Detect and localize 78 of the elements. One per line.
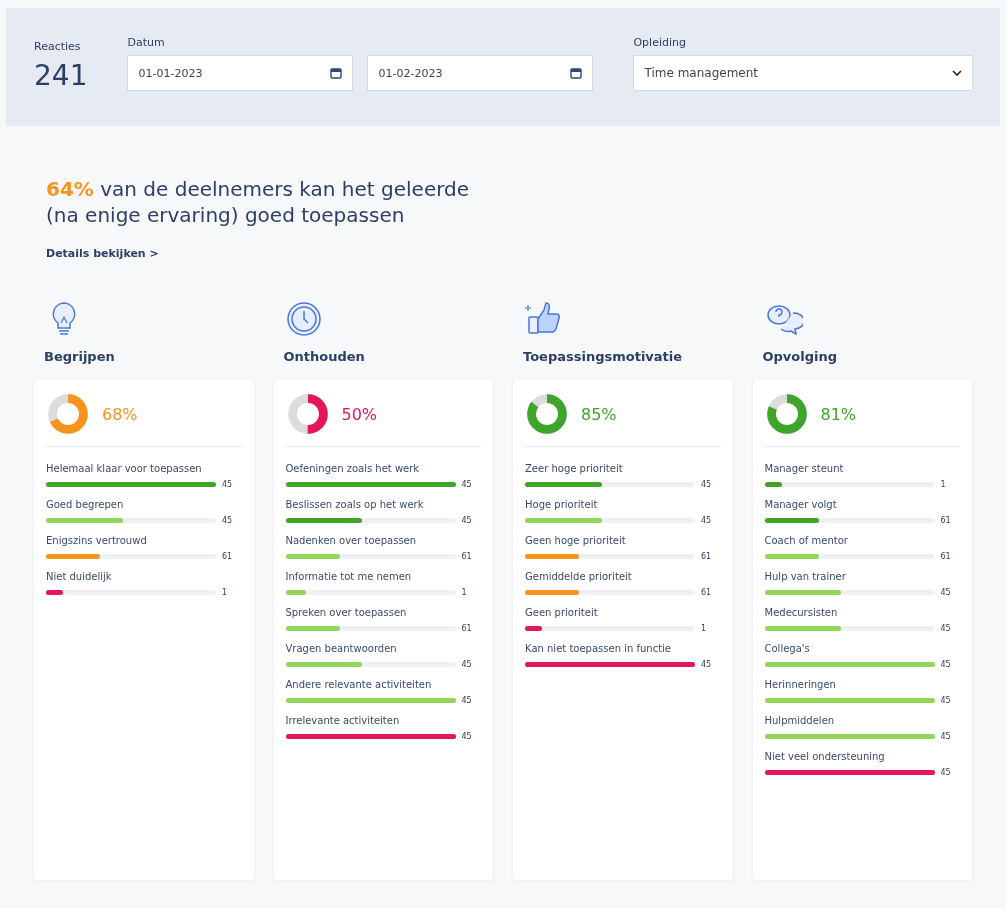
count-value: 45 [701,480,712,489]
course-label: Opleiding [633,36,687,49]
donut-chart [764,392,809,436]
count-value: 45 [222,516,233,525]
answer-label: Zeer hoge prioriteit [525,463,624,474]
count-value: 45 [461,660,472,669]
answer-label: Manager steunt [764,463,845,474]
answer-label: Hulpmiddelen [764,715,836,726]
percentage-value: 85% [581,404,617,424]
end-date-field[interactable]: 01-02-2023 [367,55,594,91]
chevron-down-icon [952,70,963,76]
answer-label: Spreken over toepassen [285,607,408,618]
category-title: Begrijpen [44,349,115,364]
answer-label: Oefeningen zoals het werk [285,463,421,474]
donut-chart [285,392,330,436]
count-value: 1 [701,624,707,633]
count-value: 45 [940,588,951,597]
count-value: 61 [940,552,951,561]
count-value: 45 [701,516,712,525]
count-value: 45 [940,624,951,633]
answer-label: Beslissen zoals op het werk [285,499,425,510]
responses-label: Reacties [34,40,82,53]
headline: 64% van de deelnemers kan het geleerde (na enige ervaring) goed toepassen [46,176,471,228]
category-title: Toepassingsmotivatie [523,349,683,364]
count-value: 45 [222,480,233,489]
answer-label: Goed begrepen [46,499,125,510]
answer-label: Collega's [764,643,811,654]
count-value: 45 [701,660,712,669]
donut-chart [525,392,569,436]
details-link[interactable]: Details bekijken > [46,247,159,260]
donut-chart [46,392,90,436]
answer-label: Hulp van trainer [764,571,847,582]
answer-label: Irrelevante activiteiten [285,715,401,726]
answer-label: Geen hoge prioriteit [525,535,627,546]
answer-label: Manager volgt [764,499,838,510]
answer-label: Medecursisten [764,607,839,618]
answer-label: Niet veel ondersteuning [764,751,886,762]
answer-label: Hoge prioriteit [525,499,599,510]
course-dropdown[interactable]: Time management [633,55,974,91]
answer-label: Geen prioriteit [525,607,599,618]
count-value: 45 [940,660,951,669]
count-value: 61 [701,552,712,561]
answer-label: Gemiddelde prioriteit [525,571,633,582]
answer-label: Niet duidelijk [46,571,113,582]
answer-label: Vragen beantwoorden [285,643,398,654]
answer-label: Helemaal klaar voor toepassen [46,463,203,474]
answer-label: Coach of mentor [764,535,849,546]
category-title: Opvolging [762,349,838,364]
count-value: 45 [940,768,951,777]
count-value: 1 [940,480,946,489]
answer-label: Nadenken over toepassen [285,535,418,546]
count-value: 1 [222,588,228,597]
count-value: 45 [461,516,472,525]
count-value: 45 [940,732,951,741]
answer-label: Enigszins vertrouwd [46,535,148,546]
percentage-value: 68% [102,404,138,424]
count-value: 61 [461,624,472,633]
calendar-icon [330,67,343,79]
count-value: 61 [461,552,472,561]
answer-label: Kan niet toepassen in functie [525,643,672,654]
answer-label: Andere relevante activiteiten [285,679,433,690]
date-label: Datum [127,36,166,49]
category-title: Onthouden [283,349,365,364]
count-value: 61 [940,516,951,525]
start-date-field[interactable]: 01-01-2023 [127,55,354,91]
count-value: 1 [461,588,467,597]
count-value: 45 [461,732,472,741]
calendar-icon [570,67,583,79]
count-value: 45 [461,696,472,705]
count-value: 61 [222,552,233,561]
responses-count: 241 [34,59,88,92]
answer-label: Informatie tot me nemen [285,571,413,582]
answer-label: Herinneringen [764,679,837,690]
percentage-value: 81% [820,404,857,424]
count-value: 45 [940,696,951,705]
count-value: 61 [701,588,712,597]
count-value: 45 [461,480,472,489]
percentage-value: 50% [341,404,378,424]
